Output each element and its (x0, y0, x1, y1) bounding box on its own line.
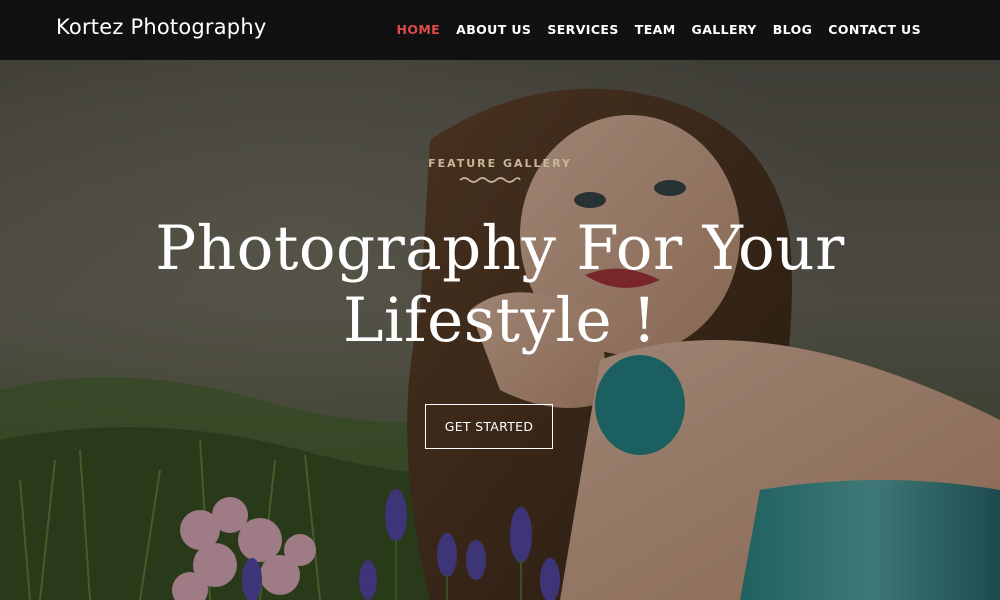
site-header: Kortez Photography HOME ABOUT US SERVICE… (0, 0, 1000, 60)
nav-link-gallery[interactable]: GALLERY (684, 22, 765, 37)
hero-headline: Photography For Your Lifestyle ! (0, 213, 1000, 357)
nav-link-about[interactable]: ABOUT US (448, 22, 539, 37)
nav-item-blog: BLOG (765, 22, 821, 37)
nav-item-contact: CONTACT US (820, 22, 929, 37)
hero-headline-line2: Lifestyle ! (343, 285, 657, 356)
nav-item-team: TEAM (627, 22, 684, 37)
hero-section: FEATURE GALLERY Photography For Your Lif… (0, 60, 1000, 600)
nav-item-services: SERVICES (539, 22, 626, 37)
hero-kicker: FEATURE GALLERY (428, 157, 572, 170)
site-logo[interactable]: Kortez Photography (56, 15, 266, 39)
hero-headline-line1: Photography For Your (155, 213, 845, 284)
nav-link-blog[interactable]: BLOG (765, 22, 821, 37)
nav-item-gallery: GALLERY (684, 22, 765, 37)
nav-link-team[interactable]: TEAM (627, 22, 684, 37)
nav-link-contact[interactable]: CONTACT US (820, 22, 929, 37)
wave-divider-icon (459, 177, 521, 183)
nav-link-home[interactable]: HOME (388, 22, 448, 37)
nav-item-about: ABOUT US (448, 22, 539, 37)
nav-item-home: HOME (388, 22, 448, 37)
get-started-button[interactable]: GET STARTED (425, 404, 553, 449)
nav-link-services[interactable]: SERVICES (539, 22, 626, 37)
nav-list: HOME ABOUT US SERVICES TEAM GALLERY BLOG… (388, 22, 929, 37)
